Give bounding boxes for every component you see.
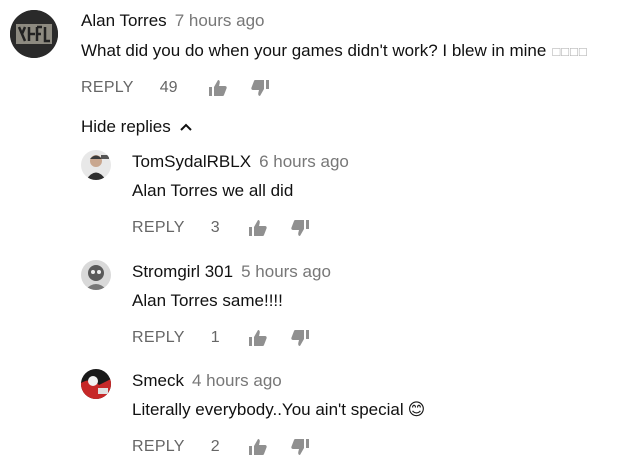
hide-replies-button[interactable]: Hide replies (81, 117, 193, 137)
avatar-image (81, 150, 111, 180)
comment-author[interactable]: Stromgirl 301 (132, 262, 233, 281)
thumbs-up-icon[interactable] (248, 219, 268, 237)
like-count: 1 (210, 329, 220, 346)
comment-text: What did you do when your games didn't w… (81, 41, 547, 60)
comment-author[interactable]: Alan Torres (81, 11, 167, 30)
thumbs-down-icon[interactable] (290, 219, 310, 237)
thumbs-up-icon[interactable] (248, 329, 268, 347)
thumbs-up-icon[interactable] (208, 79, 228, 97)
emoji-placeholder: □□□□ (552, 44, 588, 59)
avatar[interactable] (81, 369, 111, 399)
chevron-up-icon (180, 123, 192, 131)
thumbs-down-icon[interactable] (290, 329, 310, 347)
comment-author[interactable]: TomSydalRBLX (132, 152, 251, 171)
main-comment: Alan Torres 7 hours ago What did you do w… (0, 0, 640, 110)
reply-comment: Smeck 4 hours ago Literally everybody..Yo… (0, 360, 640, 462)
comment-text: Literally everybody..You ain't special (132, 400, 404, 419)
reply-button[interactable]: REPLY (132, 438, 185, 456)
comment-time[interactable]: 4 hours ago (192, 371, 282, 390)
reply-button[interactable]: REPLY (81, 79, 134, 97)
avatar[interactable] (81, 260, 111, 290)
comment-author[interactable]: Smeck (132, 371, 184, 390)
thumbs-up-icon[interactable] (248, 438, 268, 456)
comment-time[interactable]: 7 hours ago (175, 11, 265, 30)
comment-time[interactable]: 5 hours ago (241, 262, 331, 281)
reply-comment: Stromgirl 301 5 hours ago Alan Torres sam… (0, 250, 640, 360)
comment-time[interactable]: 6 hours ago (259, 152, 349, 171)
hide-replies-label: Hide replies (81, 117, 171, 136)
reply-comment: TomSydalRBLX 6 hours ago Alan Torres we a… (0, 140, 640, 250)
like-count: 3 (210, 219, 220, 236)
reply-button[interactable]: REPLY (132, 329, 185, 347)
thumbs-down-icon[interactable] (290, 438, 310, 456)
avatar-image (81, 369, 111, 399)
comment-text: Alan Torres same!!!! (132, 291, 283, 310)
comment-text: Alan Torres we all did (132, 181, 294, 200)
avatar-image (10, 10, 58, 58)
avatar[interactable] (10, 10, 58, 58)
avatar-image (81, 260, 111, 290)
like-count: 49 (159, 79, 178, 96)
thumbs-down-icon[interactable] (250, 79, 270, 97)
avatar[interactable] (81, 150, 111, 180)
reply-button[interactable]: REPLY (132, 219, 185, 237)
smile-emoji: 😊 (407, 400, 426, 419)
like-count: 2 (210, 438, 220, 455)
